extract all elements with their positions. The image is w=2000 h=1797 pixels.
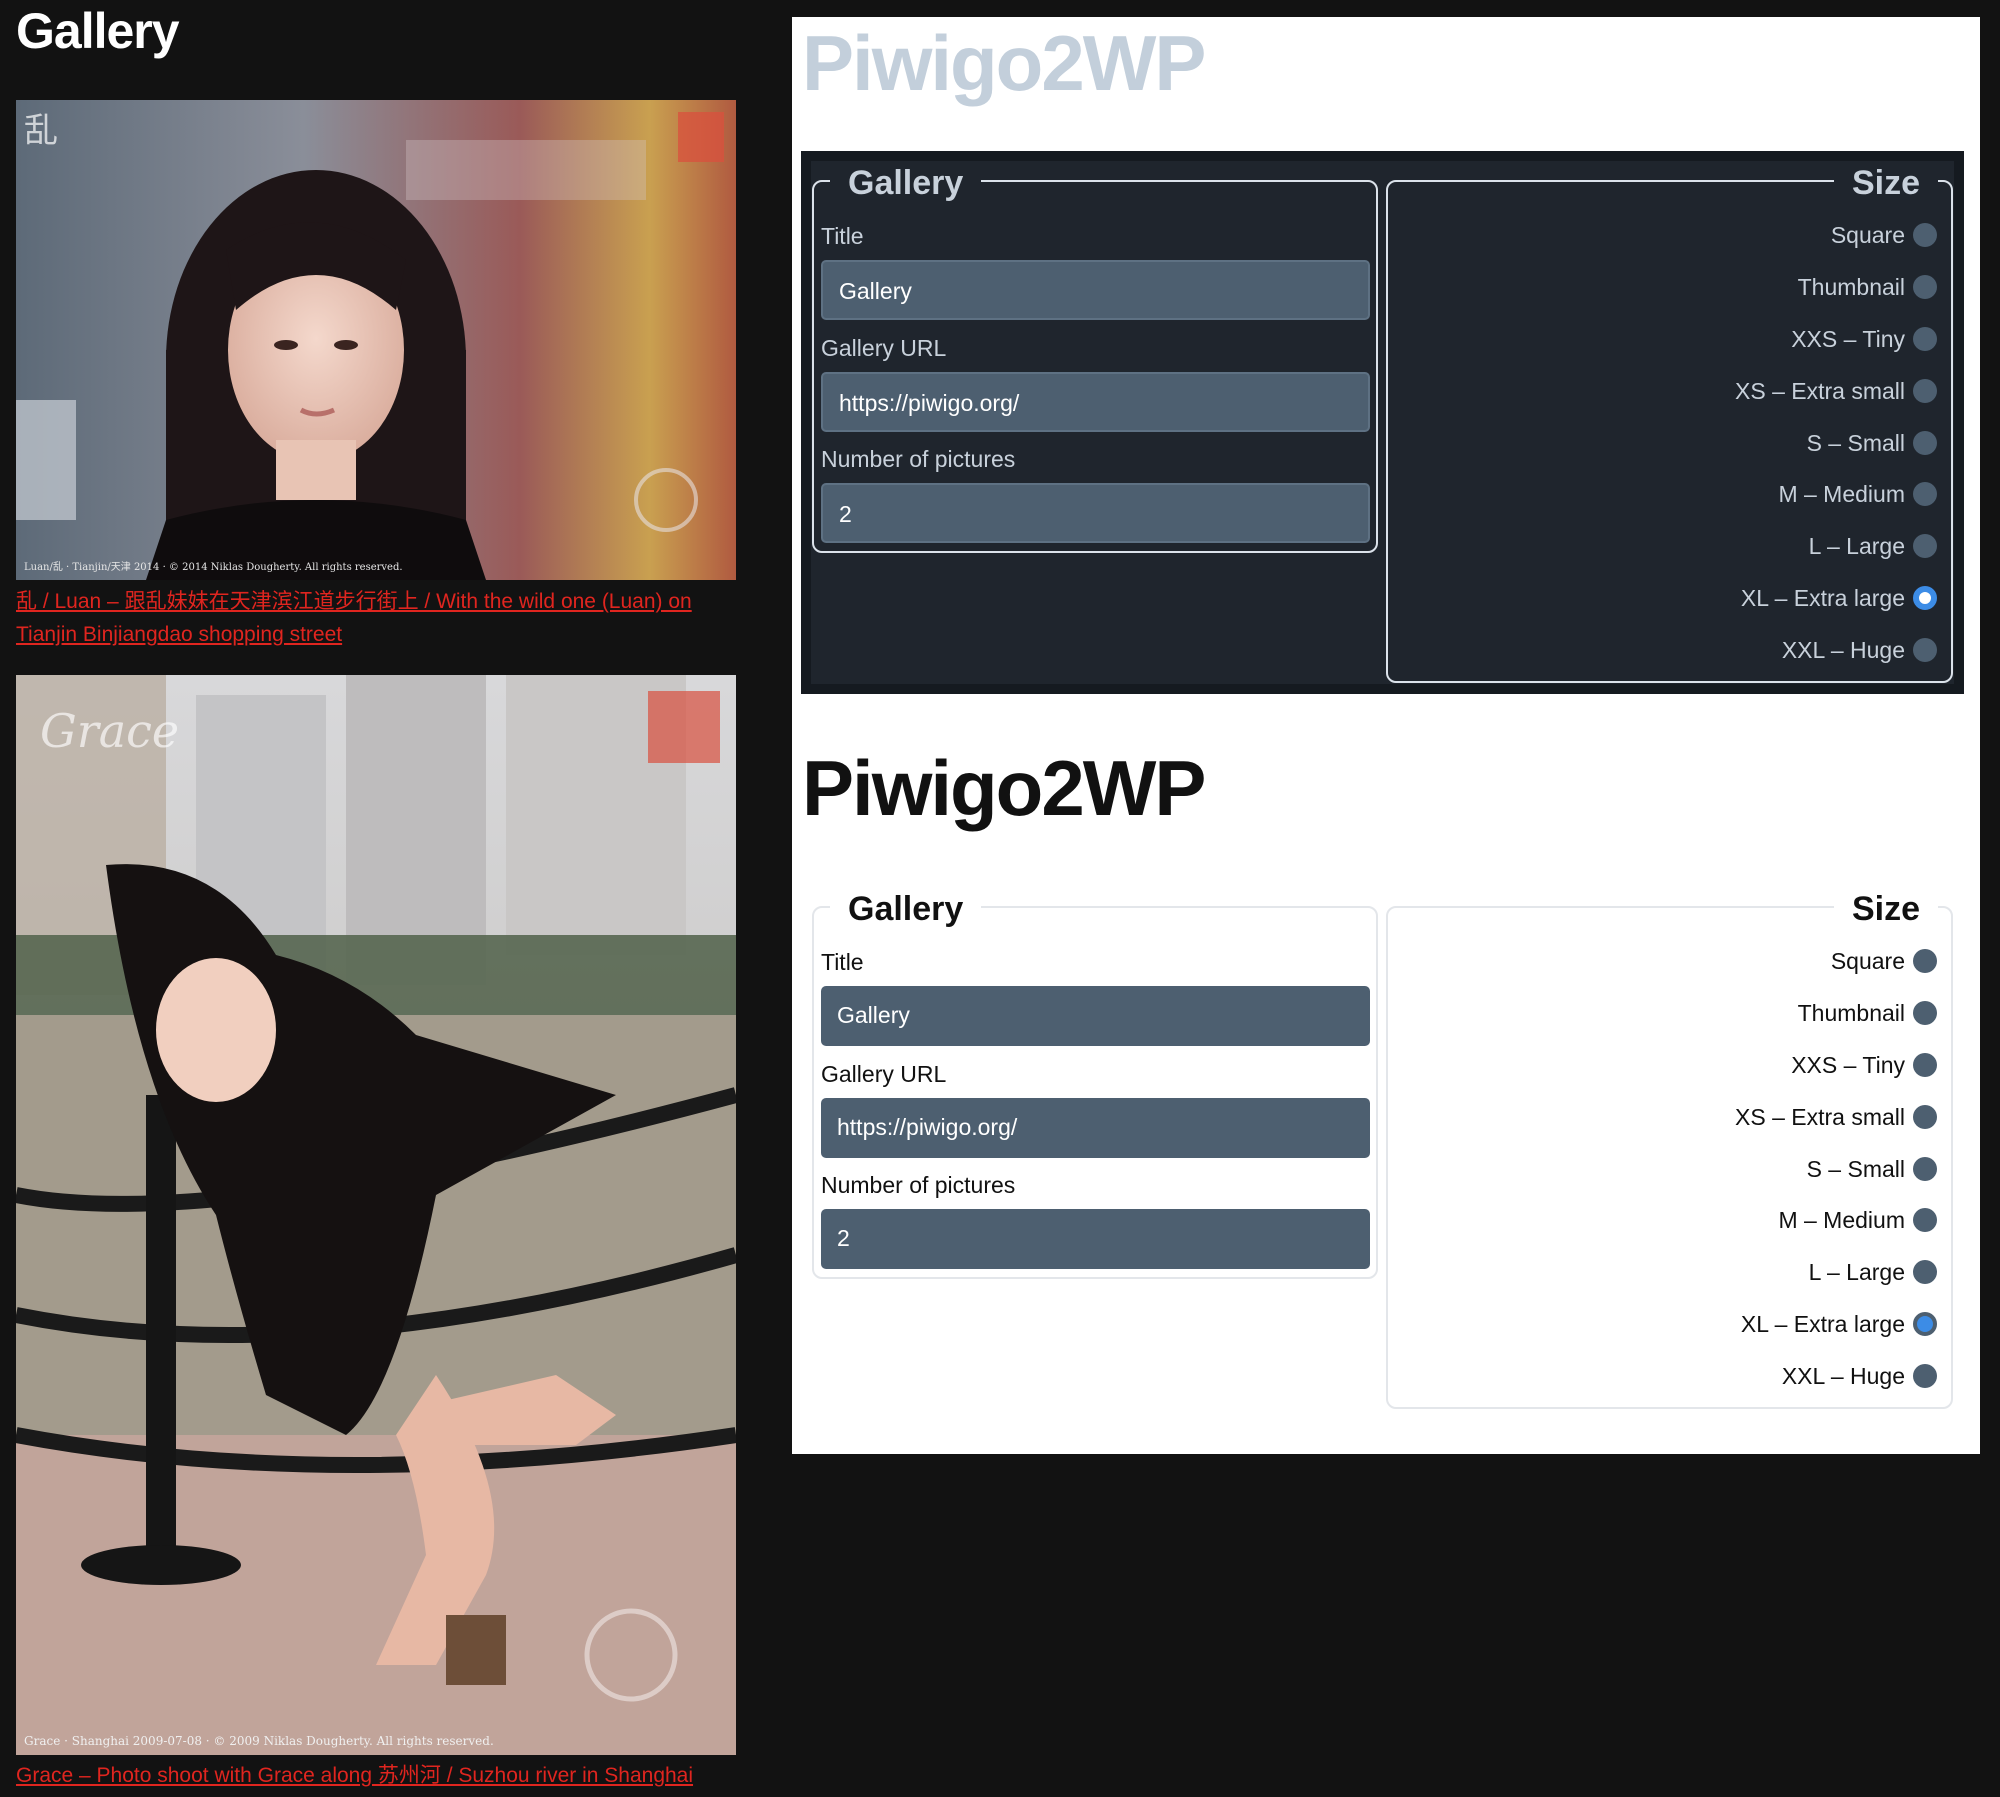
radio-button[interactable]	[1913, 379, 1937, 403]
radio-button[interactable]	[1913, 1364, 1937, 1388]
light-size-option-square[interactable]: Square	[1831, 941, 1937, 981]
light-title-input[interactable]: Gallery	[821, 986, 1370, 1046]
light-brand-title: Piwigo2WP	[802, 744, 1206, 832]
dark-size-option-square[interactable]: Square	[1831, 215, 1937, 255]
radio-label: L – Large	[1808, 532, 1905, 559]
radio-label: M – Medium	[1778, 1206, 1905, 1233]
dark-title-label: Title	[821, 223, 864, 249]
radio-button[interactable]	[1913, 638, 1937, 662]
radio-button[interactable]	[1913, 327, 1937, 351]
dark-size-legend: Size	[1834, 163, 1939, 203]
light-title-label: Title	[821, 949, 864, 975]
radio-label: Square	[1830, 947, 1905, 974]
dark-size-fieldset: Square Thumbnail XXS – Tiny XS – Extra s…	[1386, 180, 1953, 683]
dark-count-input[interactable]: 2	[821, 483, 1370, 543]
radio-button[interactable]	[1913, 223, 1937, 247]
photo-grace-credit: Grace · Shanghai 2009-07-08 · © 2009 Nik…	[24, 1734, 494, 1748]
dark-size-option-xl[interactable]: XL – Extra large	[1741, 578, 1937, 618]
dark-size-option-thumbnail[interactable]: Thumbnail	[1798, 267, 1937, 307]
radio-label: XS – Extra small	[1735, 1103, 1905, 1130]
radio-button-selected[interactable]	[1913, 586, 1937, 610]
light-size-option-xxs[interactable]: XXS – Tiny	[1791, 1045, 1937, 1085]
dark-size-option-xxl[interactable]: XXL – Huge	[1782, 630, 1937, 670]
photo-grace-watermark: Grace	[40, 704, 179, 758]
radio-label: XXL – Huge	[1781, 636, 1905, 663]
light-size-option-s[interactable]: S – Small	[1807, 1149, 1937, 1189]
dark-title-input[interactable]: Gallery	[821, 260, 1370, 320]
light-size-option-thumbnail[interactable]: Thumbnail	[1798, 993, 1937, 1033]
light-size-fieldset: Square Thumbnail XXS – Tiny XS – Extra s…	[1386, 906, 1953, 1409]
gallery-page-title: Gallery	[16, 3, 180, 59]
light-size-option-xxl[interactable]: XXL – Huge	[1782, 1356, 1937, 1396]
dark-size-option-xs[interactable]: XS – Extra small	[1735, 371, 1937, 411]
dark-gallery-legend: Gallery	[830, 163, 982, 203]
light-size-legend: Size	[1834, 889, 1939, 929]
radio-label: Thumbnail	[1797, 999, 1905, 1026]
radio-label: S – Small	[1806, 429, 1905, 456]
radio-button[interactable]	[1913, 431, 1937, 455]
radio-label: XL – Extra large	[1740, 584, 1905, 611]
dark-size-option-s[interactable]: S – Small	[1807, 423, 1937, 463]
photo-grace-caption-link[interactable]: Grace – Photo shoot with Grace along 苏州河…	[16, 1759, 746, 1792]
radio-label: XXS – Tiny	[1791, 1051, 1905, 1078]
radio-button[interactable]	[1913, 1208, 1937, 1232]
photo-luan-caption-link[interactable]: 乱 / Luan – 跟乱妹妹在天津滨江道步行街上 / With the wil…	[16, 585, 746, 651]
light-size-option-xs[interactable]: XS – Extra small	[1735, 1097, 1937, 1137]
radio-label: S – Small	[1806, 1155, 1905, 1182]
light-size-option-m[interactable]: M – Medium	[1778, 1200, 1937, 1240]
light-gallery-legend: Gallery	[830, 889, 982, 929]
radio-label: XXL – Huge	[1781, 1362, 1905, 1389]
radio-button-selected[interactable]	[1913, 1312, 1937, 1336]
radio-button[interactable]	[1913, 482, 1937, 506]
radio-label: Square	[1830, 221, 1905, 248]
radio-label: XS – Extra small	[1735, 377, 1905, 404]
radio-button[interactable]	[1913, 1001, 1937, 1025]
radio-button[interactable]	[1913, 275, 1937, 299]
dark-size-option-m[interactable]: M – Medium	[1778, 474, 1937, 514]
photo-grace-image: Grace Grace · Shanghai 2009-07-08 · © 20…	[16, 675, 736, 1755]
radio-button[interactable]	[1913, 1105, 1937, 1129]
light-size-option-l[interactable]: L – Large	[1809, 1252, 1937, 1292]
light-url-input[interactable]: https://piwigo.org/	[821, 1098, 1370, 1158]
radio-button[interactable]	[1913, 1260, 1937, 1284]
dark-url-input[interactable]: https://piwigo.org/	[821, 372, 1370, 432]
photo-luan-watermark: 乱	[24, 111, 58, 151]
radio-button[interactable]	[1913, 1053, 1937, 1077]
dark-count-label: Number of pictures	[821, 446, 1016, 472]
light-count-label: Number of pictures	[821, 1172, 1016, 1198]
gallery-photo-luan[interactable]: 乱 Luan/乱 · Tianjin/天津 2014 · © 2014 Nikl…	[16, 100, 736, 580]
radio-label: L – Large	[1808, 1258, 1905, 1285]
dark-size-option-xxs[interactable]: XXS – Tiny	[1791, 319, 1937, 359]
radio-button[interactable]	[1913, 534, 1937, 558]
radio-label: XL – Extra large	[1740, 1310, 1905, 1337]
dark-url-label: Gallery URL	[821, 335, 947, 361]
dark-size-option-l[interactable]: L – Large	[1809, 526, 1937, 566]
photo-luan-image: 乱 Luan/乱 · Tianjin/天津 2014 · © 2014 Nikl…	[16, 100, 736, 580]
gallery-photo-grace[interactable]: Grace Grace · Shanghai 2009-07-08 · © 20…	[16, 675, 736, 1755]
radio-label: M – Medium	[1778, 480, 1905, 507]
dark-brand-title: Piwigo2WP	[802, 19, 1206, 107]
radio-label: XXS – Tiny	[1791, 325, 1905, 352]
radio-button[interactable]	[1913, 949, 1937, 973]
photo-luan-credit: Luan/乱 · Tianjin/天津 2014 · © 2014 Niklas…	[24, 561, 403, 573]
radio-button[interactable]	[1913, 1157, 1937, 1181]
light-count-input[interactable]: 2	[821, 1209, 1370, 1269]
radio-label: Thumbnail	[1797, 273, 1905, 300]
light-url-label: Gallery URL	[821, 1061, 947, 1087]
light-size-option-xl[interactable]: XL – Extra large	[1741, 1304, 1937, 1344]
